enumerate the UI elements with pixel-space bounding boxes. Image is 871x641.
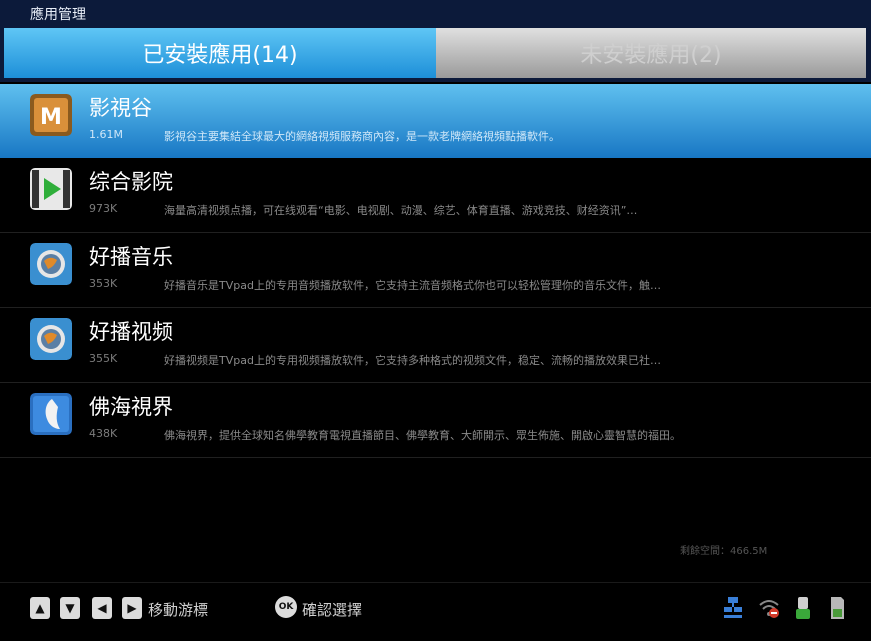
sd-card-icon bbox=[831, 597, 844, 619]
app-description: 海量高清视频点播，可在线观看“电影、电视剧、动漫、综艺、体育直播、游戏竞技、财经… bbox=[164, 204, 638, 217]
app-size: 1.61M bbox=[89, 128, 123, 141]
title-bar: 應用管理 bbox=[0, 0, 871, 26]
movie-valley-icon: M bbox=[30, 94, 72, 136]
play-film-icon bbox=[30, 168, 72, 210]
app-name: 佛海視界 bbox=[89, 395, 173, 419]
move-cursor-label: 移動游標 bbox=[148, 601, 209, 619]
network-icon bbox=[724, 597, 742, 618]
app-name: 好播音乐 bbox=[89, 245, 173, 269]
tab-uninstalled-apps[interactable]: 未安裝應用(2) bbox=[436, 28, 866, 78]
app-name: 影視谷 bbox=[89, 96, 152, 120]
wifi-icon bbox=[759, 600, 779, 618]
up-arrow-icon[interactable]: ▲ bbox=[30, 597, 50, 619]
app-description: 好播视频是TVpad上的专用视频播放软件，它支持多种格式的视频文件，稳定、流畅的… bbox=[164, 354, 661, 367]
app-name: 综合影院 bbox=[89, 170, 173, 194]
tab-installed-apps[interactable]: 已安裝應用(14) bbox=[4, 28, 436, 78]
usb-icon bbox=[796, 597, 810, 619]
svg-text:M: M bbox=[40, 105, 62, 130]
footer-bar: ▲ ▼ ◀ ▶ 移動游標 OK 確認選擇 bbox=[0, 582, 871, 641]
app-row-video[interactable]: 好播视频 355K 好播视频是TVpad上的专用视频播放软件，它支持多种格式的视… bbox=[0, 308, 871, 383]
app-description: 佛海視界，提供全球知名佛學教育電視直播節目、佛學教育、大師開示、眾生佈施、開啟心… bbox=[164, 429, 681, 442]
buddha-icon bbox=[30, 393, 72, 435]
app-size: 353K bbox=[89, 277, 118, 290]
confirm-label: 確認選擇 bbox=[302, 601, 363, 619]
storage-info: 剩餘空間：466.5M bbox=[680, 546, 768, 557]
app-list: M 影視谷 1.61M 影視谷主要集結全球最大的網絡視頻服務商內容，是一款老牌網… bbox=[0, 84, 871, 458]
app-name: 好播视频 bbox=[89, 320, 173, 344]
left-arrow-icon[interactable]: ◀ bbox=[92, 597, 112, 619]
window-title: 應用管理 bbox=[30, 7, 86, 23]
app-row-movie-valley[interactable]: M 影視谷 1.61M 影視谷主要集結全球最大的網絡視頻服務商內容，是一款老牌網… bbox=[0, 84, 871, 158]
right-arrow-icon[interactable]: ▶ bbox=[122, 597, 142, 619]
globe-video-icon bbox=[30, 318, 72, 360]
ok-button-icon[interactable]: OK bbox=[275, 596, 297, 618]
app-row-buddha[interactable]: 佛海視界 438K 佛海視界，提供全球知名佛學教育電視直播節目、佛學教育、大師開… bbox=[0, 383, 871, 458]
app-size: 355K bbox=[89, 352, 118, 365]
app-row-cinema[interactable]: 综合影院 973K 海量高清视频点播，可在线观看“电影、电视剧、动漫、综艺、体育… bbox=[0, 158, 871, 233]
down-arrow-icon[interactable]: ▼ bbox=[60, 597, 80, 619]
tab-bar: 已安裝應用(14) 未安裝應用(2) bbox=[0, 26, 871, 82]
app-description: 影視谷主要集結全球最大的網絡視頻服務商內容，是一款老牌網絡視頻點播軟件。 bbox=[164, 130, 560, 143]
app-description: 好播音乐是TVpad上的专用音频播放软件，它支持主流音频格式你也可以轻松管理你的… bbox=[164, 279, 661, 292]
globe-music-icon bbox=[30, 243, 72, 285]
app-size: 438K bbox=[89, 427, 118, 440]
app-row-music[interactable]: 好播音乐 353K 好播音乐是TVpad上的专用音频播放软件，它支持主流音频格式… bbox=[0, 233, 871, 308]
app-size: 973K bbox=[89, 202, 118, 215]
